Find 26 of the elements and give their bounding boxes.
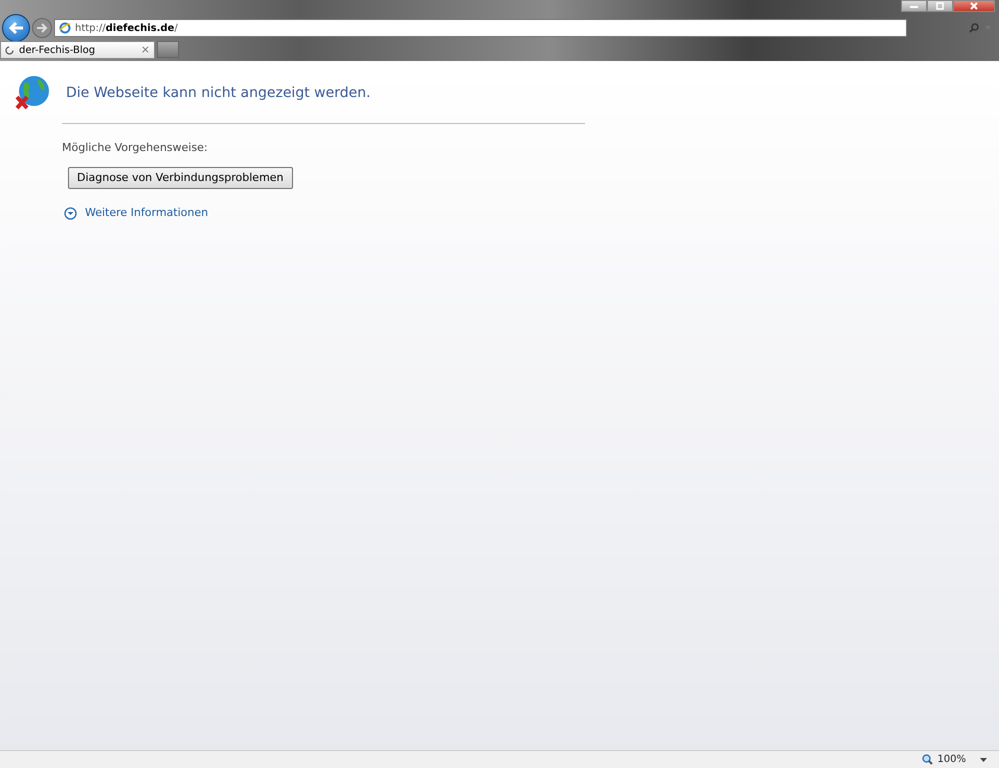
- subtitle: Mögliche Vorgehensweise:: [62, 140, 209, 156]
- forward-arrow-icon: [36, 23, 48, 33]
- address-field[interactable]: http://diefechis.de/: [54, 19, 907, 37]
- error-title: Die Webseite kann nicht angezeigt werden.: [66, 84, 371, 102]
- minimize-icon: [909, 3, 919, 9]
- minimize-button[interactable]: [901, 0, 927, 12]
- zoom-icon[interactable]: [922, 754, 934, 765]
- search-icon[interactable]: [969, 23, 979, 33]
- caret-icon[interactable]: [980, 758, 987, 762]
- forward-button[interactable]: [32, 18, 52, 38]
- zoom-level[interactable]: 100%: [937, 752, 966, 767]
- tab-close-button[interactable]: ×: [140, 42, 150, 58]
- browser-tab[interactable]: der-Fechis-Blog ×: [0, 41, 155, 59]
- restore-icon: [935, 2, 945, 10]
- browser-icon: [59, 22, 71, 34]
- close-icon: [969, 2, 979, 10]
- diagnose-button[interactable]: Diagnose von Verbindungsproblemen: [68, 166, 293, 189]
- new-tab-button[interactable]: [157, 41, 179, 58]
- globe-error-icon: [14, 75, 50, 111]
- close-button[interactable]: [953, 0, 995, 12]
- back-button[interactable]: [2, 14, 30, 42]
- back-arrow-icon: [8, 21, 24, 35]
- restore-button[interactable]: [927, 0, 953, 12]
- expand-icon[interactable]: [64, 206, 77, 220]
- tab-title: der-Fechis-Blog: [19, 44, 96, 58]
- more-info-link[interactable]: Weitere Informationen: [85, 205, 208, 222]
